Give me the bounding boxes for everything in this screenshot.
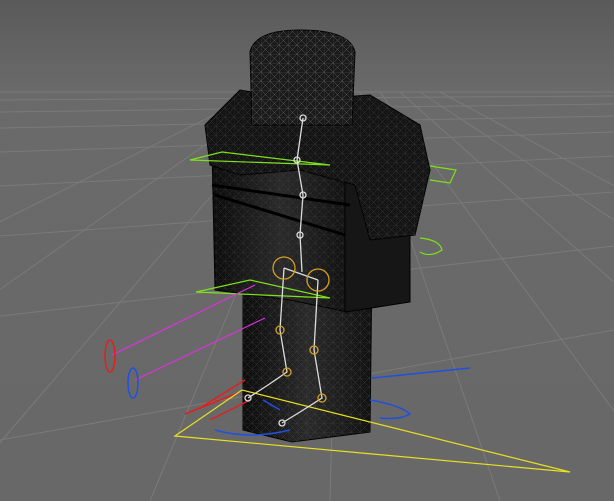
3d-viewport[interactable] (0, 0, 614, 501)
viewport-canvas[interactable] (0, 0, 614, 501)
